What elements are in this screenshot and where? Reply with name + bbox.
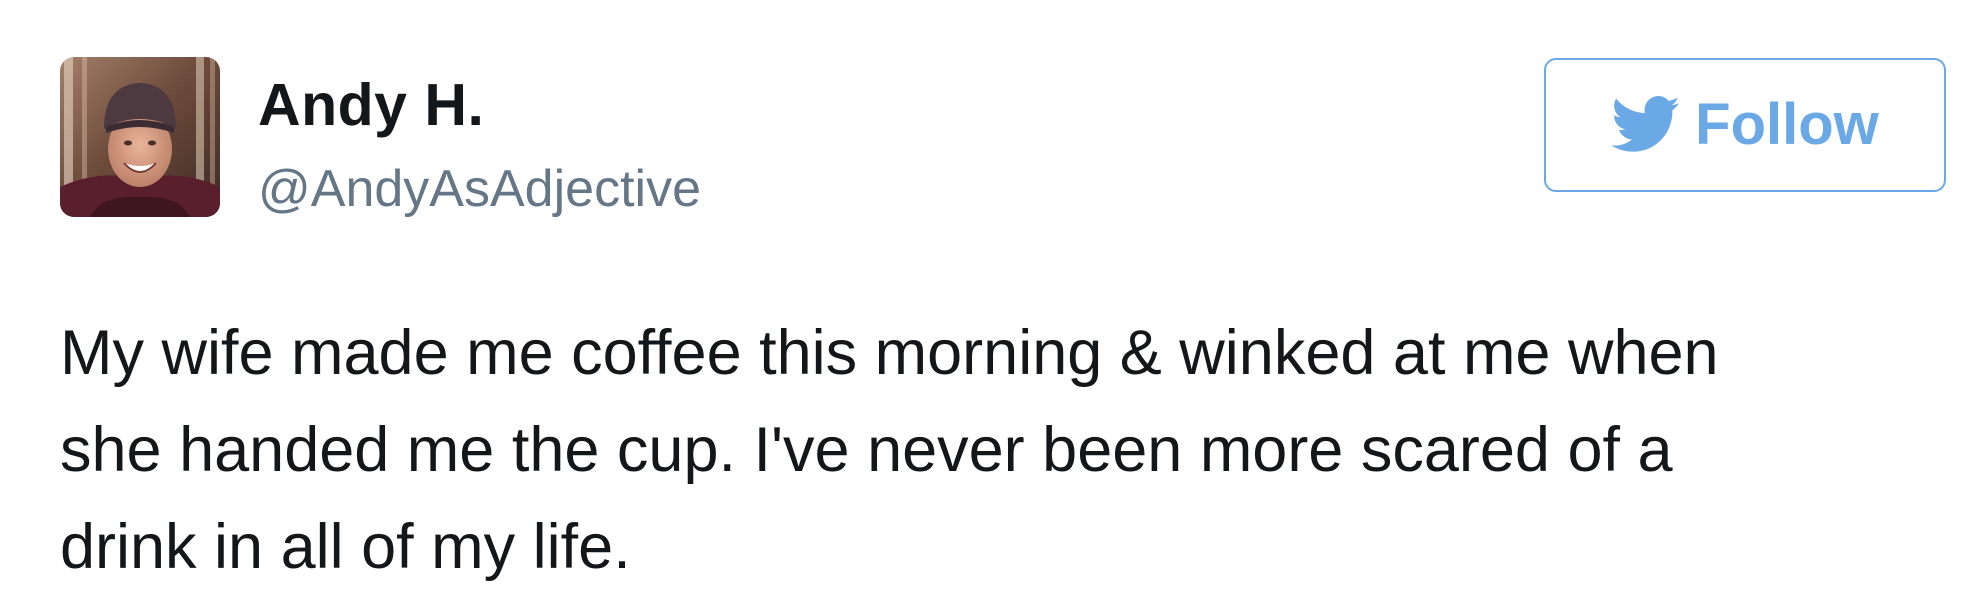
avatar-photo-icon bbox=[60, 57, 220, 217]
tweet-card: Andy H. @AndyAsAdjective Follow My wife … bbox=[0, 0, 1988, 600]
tweet-text-line: she handed me the cup. I've never been m… bbox=[60, 415, 1673, 485]
follow-button[interactable]: Follow bbox=[1544, 58, 1946, 192]
user-handle[interactable]: @AndyAsAdjective bbox=[258, 160, 701, 220]
tweet-text: My wife made me coffee this morning & wi… bbox=[60, 305, 1960, 596]
avatar[interactable] bbox=[60, 57, 220, 217]
tweet-text-line: My wife made me coffee this morning & wi… bbox=[60, 318, 1719, 388]
follow-button-label: Follow bbox=[1695, 92, 1879, 157]
display-name[interactable]: Andy H. bbox=[258, 72, 484, 140]
twitter-bird-icon bbox=[1611, 96, 1680, 152]
tweet-text-line: drink in all of my life. bbox=[60, 512, 631, 582]
